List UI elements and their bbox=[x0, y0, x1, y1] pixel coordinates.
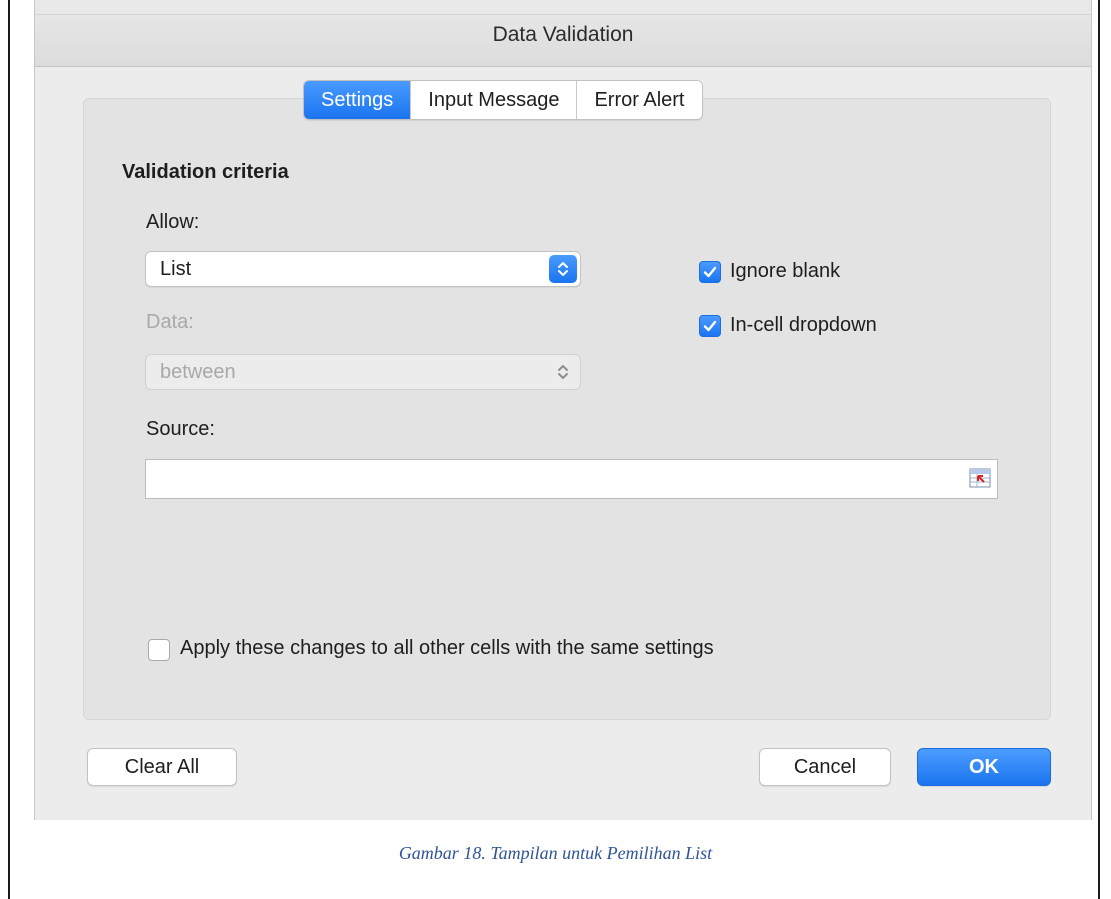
ok-button[interactable]: OK bbox=[917, 748, 1051, 786]
range-selector-icon[interactable] bbox=[969, 468, 991, 490]
apply-all-checkbox[interactable] bbox=[148, 639, 170, 661]
page-border-right bbox=[1098, 0, 1100, 899]
data-select-value: between bbox=[160, 361, 236, 383]
source-input[interactable] bbox=[145, 459, 998, 499]
allow-select-value: List bbox=[160, 258, 192, 280]
data-select[interactable]: between bbox=[145, 354, 581, 390]
figure-caption: Gambar 18. Tampilan untuk Pemilihan List bbox=[398, 843, 713, 863]
tab-error-alert[interactable]: Error Alert bbox=[576, 81, 702, 119]
settings-panel: Validation criteria Allow: List Data: be… bbox=[83, 98, 1051, 720]
tab-bar: Settings Input Message Error Alert bbox=[303, 80, 703, 120]
page-border-left bbox=[8, 0, 10, 899]
section-heading: Validation criteria bbox=[122, 161, 289, 183]
tab-settings[interactable]: Settings bbox=[304, 81, 411, 119]
title-bar[interactable]: Data Validation bbox=[35, 0, 1091, 67]
chevron-up-down-icon[interactable] bbox=[549, 255, 577, 283]
cancel-button[interactable]: Cancel bbox=[759, 748, 891, 786]
dialog-title: Data Validation bbox=[492, 23, 634, 46]
tab-input-message[interactable]: Input Message bbox=[410, 81, 577, 119]
checkmark-icon bbox=[703, 266, 717, 278]
in-cell-dropdown-checkbox[interactable] bbox=[699, 315, 721, 337]
ignore-blank-checkbox[interactable] bbox=[699, 261, 721, 283]
checkmark-icon bbox=[703, 320, 717, 332]
ignore-blank-label[interactable]: Ignore blank bbox=[730, 260, 840, 283]
clear-all-button[interactable]: Clear All bbox=[87, 748, 237, 786]
chevron-up-down-icon[interactable] bbox=[549, 358, 577, 386]
apply-all-label[interactable]: Apply these changes to all other cells w… bbox=[180, 637, 714, 660]
allow-label: Allow: bbox=[146, 211, 200, 233]
data-validation-dialog: Data Validation Validation criteria Allo… bbox=[34, 0, 1092, 820]
in-cell-dropdown-label[interactable]: In-cell dropdown bbox=[730, 314, 877, 337]
window-edge bbox=[35, 0, 1091, 15]
allow-select[interactable]: List bbox=[145, 251, 581, 287]
source-label: Source: bbox=[146, 418, 215, 440]
data-label: Data: bbox=[146, 311, 194, 333]
